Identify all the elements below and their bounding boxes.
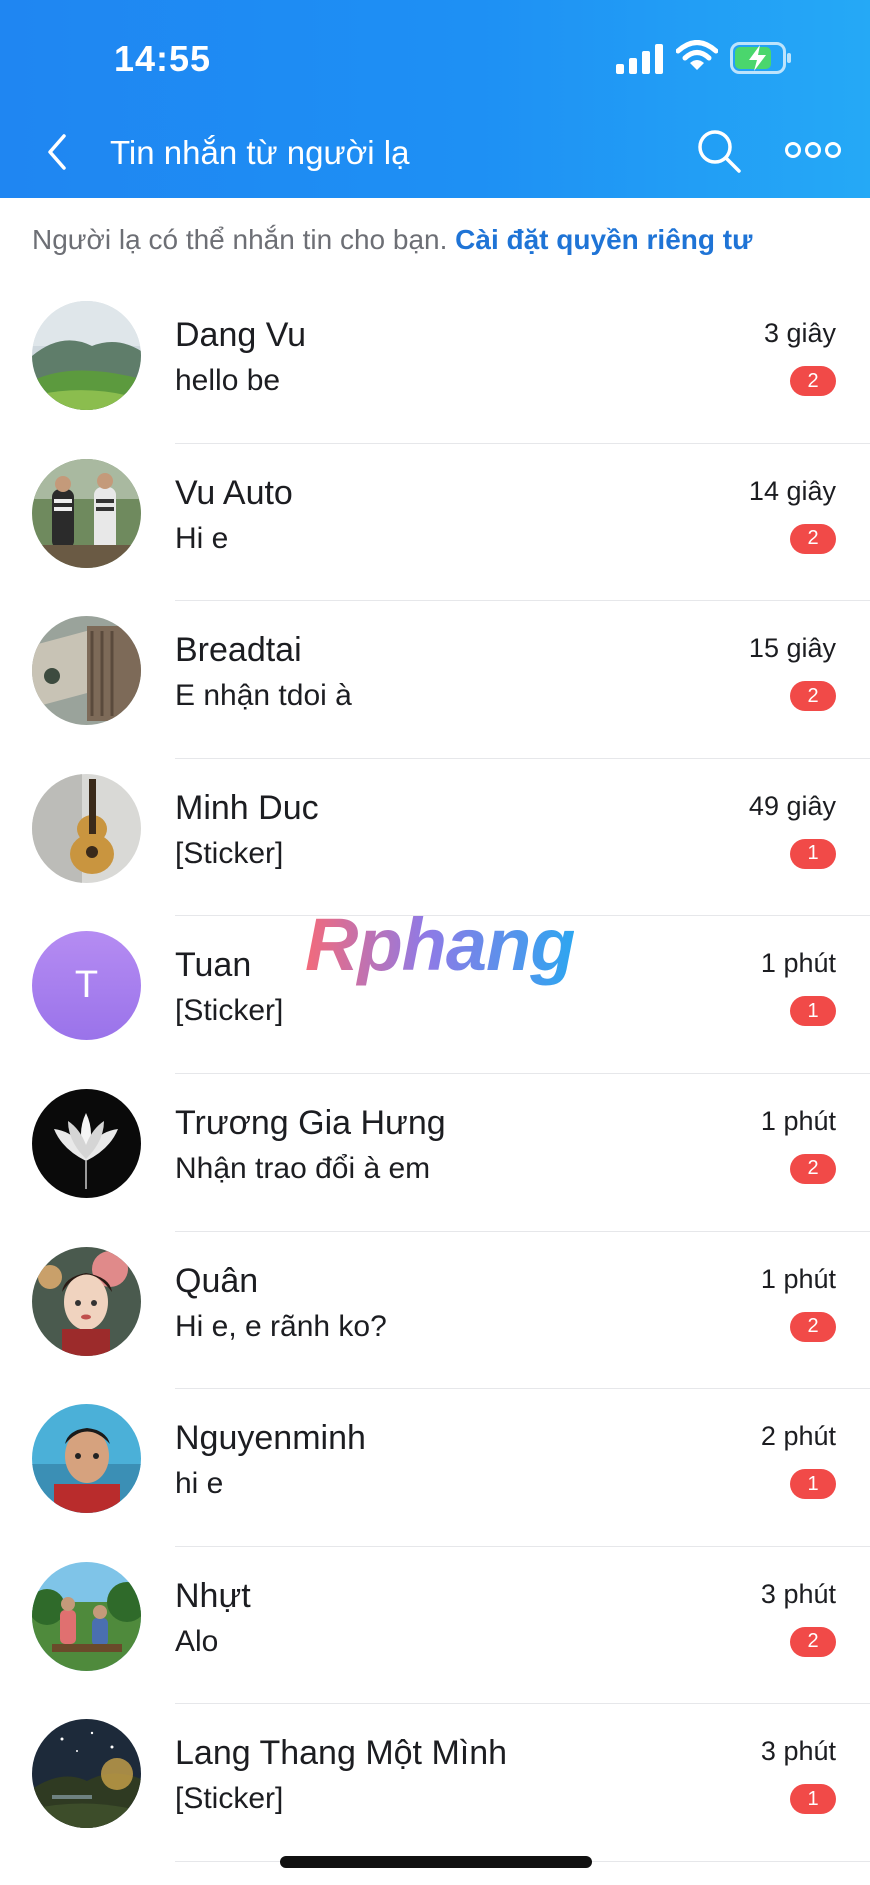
- message-preview: [Sticker]: [175, 1782, 284, 1816]
- privacy-notice: Người lạ có thể nhắn tin cho bạn. Cài đặ…: [32, 224, 752, 256]
- contact-name: Breadtai: [175, 631, 302, 670]
- avatar: [32, 773, 141, 883]
- message-time: 3 giây: [763, 318, 836, 348]
- message-time: 1 phút: [760, 1105, 836, 1136]
- conversation-row[interactable]: Dang Vu hello be 3 giây 2: [0, 286, 870, 444]
- conversation-row[interactable]: Trương Gia Hưng Nhận trao đổi à em 1 phú…: [0, 1074, 870, 1232]
- unread-badge: 1: [790, 838, 836, 869]
- unread-badge: 2: [790, 366, 836, 396]
- message-time: 15 giây: [748, 633, 836, 664]
- avatar: [32, 301, 141, 410]
- message-preview: hello be: [175, 364, 281, 397]
- message-time: 1 phút: [760, 948, 836, 979]
- avatar: [32, 1404, 141, 1514]
- avatar: [32, 458, 141, 568]
- contact-name: Vu Auto: [175, 473, 293, 512]
- message-preview: Hi e: [175, 521, 229, 555]
- message-preview: Nhận trao đổi à em: [175, 1151, 431, 1185]
- contact-name: Trương Gia Hưng: [175, 1103, 446, 1142]
- message-preview: [Sticker]: [175, 836, 284, 870]
- avatar: T: [32, 931, 141, 1041]
- message-preview: [Sticker]: [175, 994, 284, 1028]
- unread-badge: 2: [790, 1626, 836, 1657]
- contact-name: Tuan: [175, 946, 252, 985]
- unread-badge: 2: [790, 1311, 836, 1342]
- message-time: 3 phút: [760, 1736, 836, 1767]
- message-time: 3 phút: [760, 1578, 836, 1609]
- message-preview: E nhận tdoi à: [175, 679, 352, 713]
- avatar: [32, 1246, 141, 1356]
- conversation-row[interactable]: Minh Duc [Sticker] 49 giây 1: [0, 759, 870, 917]
- unread-badge: 1: [790, 1469, 836, 1500]
- signal-icon: [616, 44, 663, 74]
- home-indicator: [280, 1856, 592, 1868]
- unread-badge: 1: [790, 1784, 836, 1815]
- status-time: 14:55: [114, 38, 212, 79]
- screen: 14:55 Tin nhắn từ người lạ Người lạ có t…: [0, 0, 870, 1885]
- message-time: 49 giây: [748, 790, 836, 821]
- conversation-list: Dang Vu hello be 3 giây 2 Vu Auto Hi e 1…: [0, 286, 870, 1862]
- message-time: 1 phút: [760, 1263, 836, 1294]
- avatar: [32, 616, 141, 726]
- header-bar: 14:55 Tin nhắn từ người lạ: [0, 0, 870, 198]
- message-preview: Hi e, e rãnh ko?: [175, 1309, 387, 1343]
- more-options-button[interactable]: [784, 138, 842, 162]
- avatar: [32, 1719, 141, 1829]
- message-time: 2 phút: [760, 1421, 836, 1452]
- unread-badge: 2: [790, 523, 836, 554]
- wifi-icon: [676, 40, 718, 70]
- conversation-row[interactable]: Breadtai E nhận tdoi à 15 giây 2: [0, 601, 870, 759]
- unread-badge: 2: [790, 681, 836, 712]
- message-preview: hi e: [175, 1467, 224, 1501]
- conversation-row[interactable]: Vu Auto Hi e 14 giây 2: [0, 444, 870, 602]
- contact-name: Dang Vu: [175, 316, 307, 354]
- conversation-row[interactable]: Nhựt Alo 3 phút 2: [0, 1547, 870, 1705]
- unread-badge: 2: [790, 1153, 836, 1184]
- search-button[interactable]: [696, 128, 742, 174]
- contact-name: Minh Duc: [175, 788, 319, 827]
- privacy-settings-link[interactable]: Cài đặt quyền riêng tư: [455, 224, 752, 255]
- unread-badge: 1: [790, 996, 836, 1027]
- contact-name: Lang Thang Một Mình: [175, 1734, 508, 1773]
- notice-text: Người lạ có thể nhắn tin cho bạn.: [32, 224, 448, 255]
- page-title: Tin nhắn từ người lạ: [110, 134, 410, 171]
- avatar: [32, 1561, 141, 1671]
- message-preview: Alo: [175, 1624, 219, 1658]
- conversation-row[interactable]: Nguyenminh hi e 2 phút 1: [0, 1389, 870, 1547]
- conversation-row[interactable]: Quân Hi e, e rãnh ko? 1 phút 2: [0, 1232, 870, 1390]
- contact-name: Nguyenminh: [175, 1419, 366, 1458]
- battery-charging-icon: [730, 42, 791, 74]
- watermark: Rphang: [305, 903, 575, 986]
- conversation-row[interactable]: Lang Thang Một Mình [Sticker] 3 phút 1: [0, 1704, 870, 1862]
- contact-name: Nhựt: [175, 1576, 251, 1615]
- avatar: [32, 1088, 141, 1198]
- back-button[interactable]: [40, 132, 76, 172]
- status-bar: 14:55: [0, 0, 870, 110]
- contact-name: Quân: [175, 1261, 259, 1300]
- message-time: 14 giây: [748, 475, 836, 506]
